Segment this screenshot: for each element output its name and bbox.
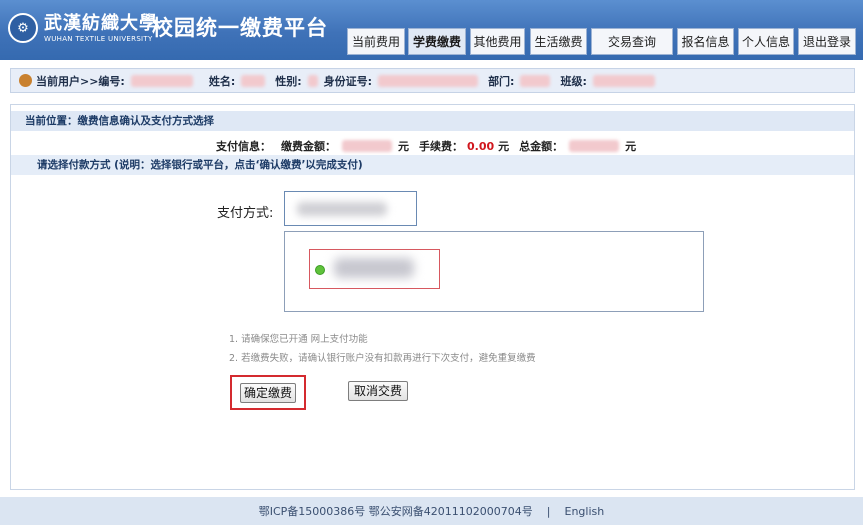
fee-value: 0.00	[467, 139, 495, 153]
user-info-bar: 当前用户>>编号: 姓名: 性别: 身份证号: 部门: 班级:	[10, 68, 855, 93]
id-number-label: 身份证号:	[323, 74, 373, 88]
fee-label: 手续费：	[419, 140, 463, 153]
payment-info-label: 支付信息：	[216, 140, 271, 153]
footer: 鄂ICP备15000386号 鄂公安网备42011102000704号 | En…	[0, 497, 863, 525]
nav-other-fees[interactable]: 其他费用	[470, 28, 525, 55]
name-label: 姓名:	[208, 74, 236, 88]
payment-method-redacted	[297, 202, 387, 216]
nav-transaction-query[interactable]: 交易查询	[591, 28, 673, 55]
user-icon	[19, 74, 32, 87]
total-redacted	[569, 140, 620, 152]
university-seal-icon: ⚙	[8, 13, 38, 43]
user-id-redacted	[130, 74, 193, 87]
cancel-payment-button[interactable]: 取消交费	[348, 381, 408, 401]
gender-label: 性别:	[275, 74, 302, 88]
nav-tuition-payment[interactable]: 学费缴费	[408, 28, 466, 55]
class-label: 班级:	[560, 74, 587, 88]
payment-notes: 1. 请确保您已开通 网上支付功能 2. 若缴费失败，请确认银行账户没有扣款再进…	[229, 330, 536, 368]
amount-label: 缴费金额：	[281, 140, 336, 153]
current-user-label: 当前用户>>编号:	[36, 74, 125, 88]
university-name-en: WUHAN TEXTILE UNIVERSITY	[44, 34, 153, 43]
payment-method-select[interactable]	[284, 191, 417, 226]
fee-unit: 元	[498, 140, 510, 153]
university-logo: ⚙ 武漢紡織大學 WUHAN TEXTILE UNIVERSITY	[8, 7, 158, 49]
department-redacted	[520, 74, 551, 87]
amount-unit: 元	[398, 140, 409, 153]
language-link[interactable]: English	[565, 505, 605, 518]
breadcrumb: 当前位置：缴费信息确认及支付方式选择	[11, 111, 854, 131]
nav-logout[interactable]: 退出登录	[798, 28, 856, 55]
payment-option[interactable]	[309, 249, 440, 289]
gender-redacted	[307, 74, 318, 87]
total-unit: 元	[625, 140, 637, 153]
nav-living-payment[interactable]: 生活缴费	[530, 28, 587, 55]
id-number-redacted	[378, 74, 479, 87]
icp-record: 鄂ICP备15000386号 鄂公安网备42011102000704号	[258, 505, 533, 518]
payment-options-box	[284, 231, 704, 312]
name-redacted	[241, 74, 266, 87]
university-name-cn: 武漢紡織大學	[44, 12, 158, 34]
total-label: 总金额：	[519, 140, 564, 153]
payment-panel: 当前位置：缴费信息确认及支付方式选择 支付信息： 缴费金额： 元 手续费： 0.…	[10, 104, 855, 490]
confirm-highlight: 确定缴费	[230, 375, 306, 410]
nav-registration-info[interactable]: 报名信息	[677, 28, 734, 55]
payment-summary: 支付信息： 缴费金额： 元 手续费： 0.00 元 总金额： 元	[216, 138, 636, 154]
payment-method-label: 支付方式:	[217, 206, 274, 221]
nav-current-fees[interactable]: 当前费用	[347, 28, 405, 55]
amount-redacted	[342, 140, 392, 152]
note-line-2: 2. 若缴费失败，请确认银行账户没有扣款再进行下次支付，避免重复缴费	[229, 353, 536, 364]
department-label: 部门:	[488, 74, 515, 88]
note-line-1: 1. 请确保您已开通 网上支付功能	[229, 334, 368, 345]
platform-title: 校园统一缴费平台	[152, 16, 328, 40]
radio-selected-icon[interactable]	[315, 265, 325, 275]
payment-option-redacted	[334, 258, 414, 278]
header-banner: ⚙ 武漢紡織大學 WUHAN TEXTILE UNIVERSITY 校园统一缴费…	[0, 0, 863, 60]
footer-separator: |	[546, 504, 551, 518]
nav-personal-info[interactable]: 个人信息	[738, 28, 794, 55]
payment-method-hint: 请选择付款方式 (说明：选择银行或平台，点击‘确认缴费’以完成支付)	[11, 155, 854, 175]
confirm-payment-button[interactable]: 确定缴费	[240, 383, 296, 403]
class-redacted	[592, 74, 655, 87]
